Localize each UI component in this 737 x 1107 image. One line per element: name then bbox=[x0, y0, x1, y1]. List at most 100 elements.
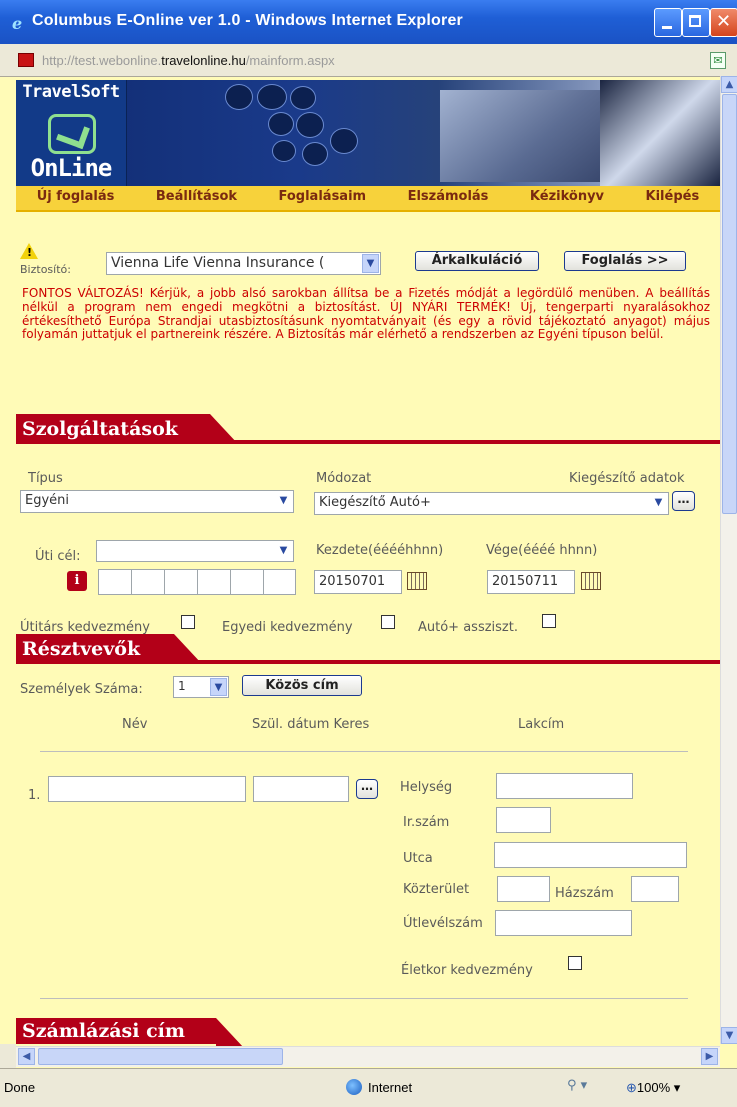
banner-dot bbox=[296, 112, 324, 138]
zoom-level[interactable]: ⊕100% ▾ bbox=[626, 1080, 680, 1096]
destination-code-box[interactable] bbox=[131, 569, 165, 595]
close-button[interactable]: ✕ bbox=[710, 8, 737, 37]
scroll-left-icon[interactable]: ◀ bbox=[18, 1048, 35, 1065]
start-date-label: Kezdete(ééééhhnn) bbox=[316, 543, 444, 558]
menu-item-manual[interactable]: Kézikönyv bbox=[530, 189, 604, 211]
menu-item-settings[interactable]: Beállítások bbox=[156, 189, 237, 211]
chevron-down-icon[interactable]: ▼ bbox=[275, 492, 292, 511]
age-discount-label: Életkor kedvezmény bbox=[401, 963, 533, 978]
destination-select[interactable]: ▼ bbox=[96, 540, 294, 562]
chevron-down-icon[interactable]: ▼ bbox=[210, 678, 227, 696]
participant-birthdate-input[interactable] bbox=[253, 776, 349, 802]
auto-assist-checkbox[interactable] bbox=[542, 614, 556, 628]
individual-discount-checkbox[interactable] bbox=[381, 615, 395, 629]
banner-dot bbox=[330, 128, 358, 154]
menu-items: Új foglalás Beállítások Foglalásaim Elsz… bbox=[16, 189, 720, 211]
chevron-down-icon[interactable]: ▼ bbox=[650, 494, 667, 513]
destination-code-box[interactable] bbox=[197, 569, 231, 595]
end-date-label: Vége(éééé hhnn) bbox=[486, 543, 598, 558]
street-label: Utca bbox=[403, 851, 433, 866]
menu-item-logout[interactable]: Kilépés bbox=[646, 189, 700, 211]
menu-item-new-booking[interactable]: Új foglalás bbox=[37, 189, 115, 211]
persons-count-label: Személyek Száma: bbox=[20, 682, 143, 697]
column-birth-header: Szül. dátum Keres bbox=[252, 717, 370, 732]
banner-dot bbox=[290, 86, 316, 110]
section-divider bbox=[16, 440, 720, 444]
type-label: Típus bbox=[28, 471, 63, 486]
insurer-label: Biztosító: bbox=[20, 263, 71, 276]
insurer-select[interactable]: Vienna Life Vienna Insurance ( ▼ bbox=[106, 252, 381, 275]
banner-dot bbox=[268, 112, 294, 136]
participant-name-input[interactable] bbox=[48, 776, 246, 802]
companion-discount-label: Útitárs kedvezmény bbox=[20, 620, 150, 635]
passport-label: Útlevélszám bbox=[403, 916, 483, 931]
address-url[interactable]: http://test.webonline.travelonline.hu/ma… bbox=[42, 53, 335, 68]
destination-code-box[interactable] bbox=[98, 569, 132, 595]
banner-dot bbox=[225, 84, 253, 110]
column-name-header: Név bbox=[122, 717, 148, 732]
destination-code-box[interactable] bbox=[230, 569, 264, 595]
section-billing-heading: Számlázási cím bbox=[16, 1018, 244, 1048]
menu-item-accounting[interactable]: Elszámolás bbox=[408, 189, 489, 211]
participant-row-number: 1. bbox=[28, 788, 41, 803]
notice-text: FONTOS VÁLTOZÁS! Kérjük, a jobb alsó sar… bbox=[22, 286, 710, 342]
menu-item-my-bookings[interactable]: Foglalásaim bbox=[279, 189, 367, 211]
type-select[interactable]: Egyéni ▼ bbox=[20, 490, 294, 513]
house-number-label: Házszám bbox=[555, 886, 614, 901]
extra-data-button[interactable]: … bbox=[672, 491, 695, 511]
divider bbox=[40, 998, 688, 999]
house-number-input[interactable] bbox=[631, 876, 679, 902]
zip-input[interactable] bbox=[496, 807, 551, 833]
calendar-icon[interactable] bbox=[407, 572, 427, 590]
common-address-button[interactable]: Közös cím bbox=[242, 675, 362, 696]
auto-assist-label: Autó+ assziszt. bbox=[418, 620, 518, 635]
destination-code-box[interactable] bbox=[263, 569, 296, 595]
status-text: Done bbox=[4, 1080, 36, 1095]
scroll-down-icon[interactable]: ▼ bbox=[721, 1027, 737, 1044]
end-date-input[interactable]: 20150711 bbox=[487, 570, 575, 594]
start-date-input[interactable]: 20150701 bbox=[314, 570, 402, 594]
banner-photo-monitor bbox=[600, 80, 720, 186]
logo-arrow-icon bbox=[48, 114, 96, 154]
vertical-scrollbar[interactable]: ▲ ▼ bbox=[720, 76, 737, 1044]
divider bbox=[40, 751, 688, 752]
street-input[interactable] bbox=[494, 842, 687, 868]
globe-icon bbox=[346, 1079, 362, 1095]
city-input[interactable] bbox=[496, 773, 633, 799]
banner-dot bbox=[257, 84, 287, 110]
book-button[interactable]: Foglalás >> bbox=[564, 251, 686, 271]
window-titlebar: e Columbus E-Online ver 1.0 - Windows In… bbox=[0, 0, 737, 45]
calculate-button[interactable]: Árkalkuláció bbox=[415, 251, 539, 271]
scroll-right-icon[interactable]: ▶ bbox=[701, 1048, 718, 1065]
passport-input[interactable] bbox=[495, 910, 632, 936]
companion-discount-checkbox[interactable] bbox=[181, 615, 195, 629]
scroll-thumb[interactable] bbox=[722, 94, 737, 514]
ie-logo-icon: e bbox=[12, 14, 23, 33]
column-address-header: Lakcím bbox=[518, 717, 565, 732]
destination-code-box[interactable] bbox=[164, 569, 198, 595]
chevron-down-icon[interactable]: ▼ bbox=[362, 254, 379, 273]
plan-label: Módozat bbox=[316, 471, 372, 486]
age-discount-checkbox[interactable] bbox=[568, 956, 582, 970]
info-icon[interactable]: i bbox=[67, 571, 87, 591]
section-divider bbox=[16, 660, 720, 664]
banner-photo bbox=[440, 90, 600, 182]
zip-label: Ir.szám bbox=[403, 815, 450, 830]
banner-dot bbox=[272, 140, 296, 162]
chevron-down-icon[interactable]: ▼ bbox=[275, 542, 292, 560]
persons-count-select[interactable]: 1 ▼ bbox=[173, 676, 229, 698]
calendar-icon[interactable] bbox=[581, 572, 601, 590]
horizontal-scrollbar[interactable]: ◀ ▶ bbox=[16, 1046, 720, 1067]
public-area-input[interactable] bbox=[497, 876, 550, 902]
minimize-button[interactable] bbox=[654, 8, 682, 37]
maximize-button[interactable] bbox=[682, 8, 710, 37]
scroll-thumb[interactable] bbox=[38, 1048, 283, 1065]
search-birthdate-button[interactable]: … bbox=[356, 779, 378, 799]
page-icon[interactable]: ✉ bbox=[710, 52, 726, 69]
plan-select[interactable]: Kiegészítő Autó+ ▼ bbox=[314, 492, 669, 515]
security-icon[interactable]: ⚲ ▾ bbox=[567, 1078, 587, 1093]
banner-dot bbox=[302, 142, 328, 166]
public-area-label: Közterület bbox=[403, 882, 470, 897]
scroll-up-icon[interactable]: ▲ bbox=[721, 76, 737, 93]
site-favicon-icon bbox=[18, 53, 34, 67]
